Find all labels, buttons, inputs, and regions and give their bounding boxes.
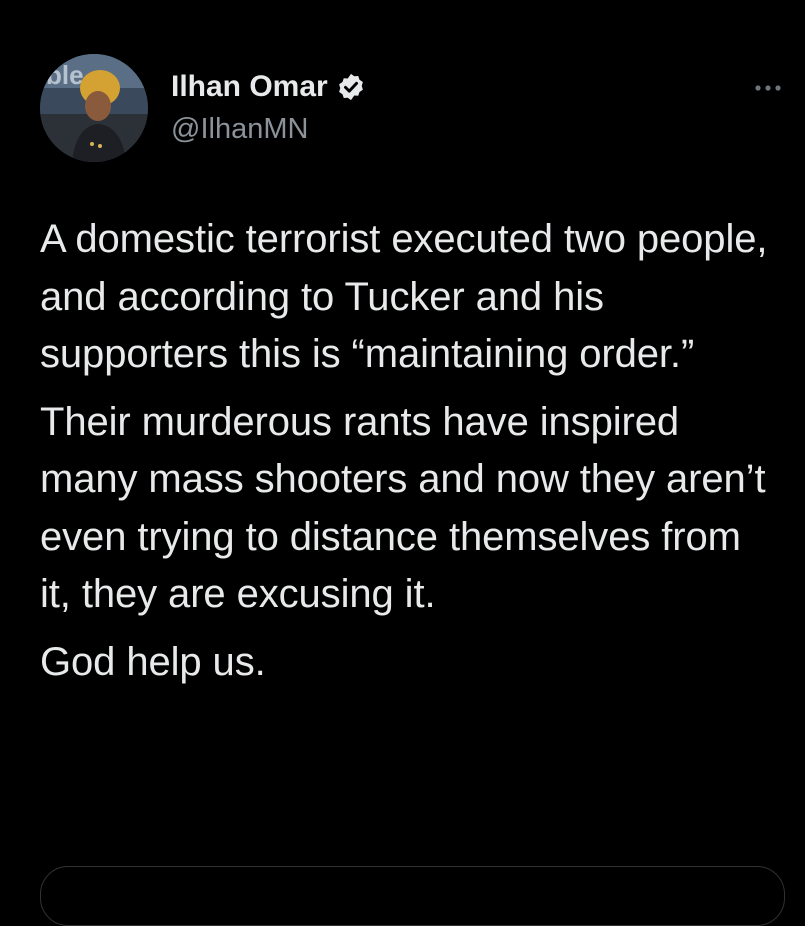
avatar-photo: ble [40,54,148,162]
author-handle[interactable]: @IlhanMN [171,112,308,146]
tweet-paragraph: A domestic terrorist executed two people… [40,217,768,376]
tweet-paragraph: God help us. [40,639,266,684]
tweet-text: A domestic terrorist executed two people… [40,211,780,701]
tweet: ble Ilhan Omar @IlhanMN A domestic terro… [0,0,805,926]
reply-box-edge[interactable] [40,866,785,926]
more-options-icon[interactable] [748,78,788,98]
avatar[interactable]: ble [40,54,148,162]
svg-text:ble: ble [46,60,84,90]
tweet-paragraph: Their murderous rants have inspired many… [40,399,766,617]
author-name-row[interactable]: Ilhan Omar [171,70,366,104]
verified-badge-icon [336,72,366,102]
display-name[interactable]: Ilhan Omar [171,70,328,104]
